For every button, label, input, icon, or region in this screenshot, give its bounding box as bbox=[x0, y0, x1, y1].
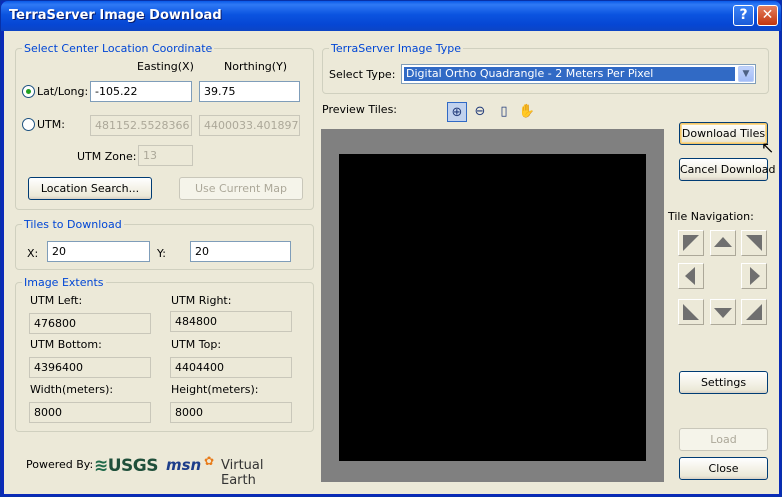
tiles-title: Tiles to Download bbox=[22, 218, 124, 231]
pan-hand-icon[interactable]: ✋ bbox=[517, 102, 537, 122]
image-extents-title: Image Extents bbox=[22, 276, 106, 289]
usgs-logo-text: USGS bbox=[107, 456, 159, 476]
utm-bottom-label: UTM Bottom: bbox=[30, 338, 102, 351]
download-tiles-button[interactable]: Download Tiles bbox=[679, 122, 768, 145]
image-type-select[interactable]: Digital Ortho Quadrangle - 2 Meters Per … bbox=[401, 64, 756, 84]
nav-northeast-button[interactable] bbox=[741, 230, 767, 256]
utm-zone-label: UTM Zone: bbox=[77, 150, 137, 163]
help-button[interactable]: ? bbox=[733, 5, 754, 26]
image-type-selected: Digital Ortho Quadrangle - 2 Meters Per … bbox=[404, 67, 735, 81]
location-search-button[interactable]: Location Search... bbox=[28, 177, 152, 200]
preview-frame bbox=[321, 129, 664, 482]
dialog-body: Select Center Location Coordinate Eastin… bbox=[4, 31, 779, 494]
utm-right-field: 484800 bbox=[170, 311, 292, 332]
utm-top-field: 4404400 bbox=[170, 357, 292, 378]
nav-east-button[interactable] bbox=[741, 263, 767, 289]
close-window-button[interactable]: ✕ bbox=[757, 5, 778, 26]
select-type-label: Select Type: bbox=[329, 68, 396, 81]
nav-north-button[interactable] bbox=[710, 230, 736, 256]
utm-top-label: UTM Top: bbox=[171, 338, 222, 351]
usgs-logo: ≋USGS bbox=[94, 456, 159, 476]
nav-southeast-button[interactable] bbox=[741, 299, 767, 325]
easting-header: Easting(X) bbox=[137, 60, 194, 73]
utm-northing-input[interactable]: 4400033.401897 bbox=[199, 115, 300, 136]
cancel-download-button[interactable]: Cancel Download bbox=[679, 158, 775, 181]
mouse-cursor-icon: ↖ bbox=[761, 138, 775, 157]
tiles-y-input[interactable]: 20 bbox=[190, 241, 291, 262]
msn-virtual-earth-logo: msn ✿ Virtual Earth bbox=[166, 454, 301, 488]
powered-by-label: Powered By: bbox=[26, 458, 94, 471]
height-field: 8000 bbox=[170, 402, 292, 423]
window-title: TerraServer Image Download bbox=[9, 8, 222, 23]
latlong-northing-input[interactable]: 39.75 bbox=[199, 81, 300, 102]
preview-tiles-label: Preview Tiles: bbox=[322, 103, 398, 116]
full-extent-icon[interactable]: ▯ bbox=[494, 102, 514, 122]
zoom-out-icon[interactable]: ⊖ bbox=[470, 102, 490, 122]
utm-right-label: UTM Right: bbox=[171, 294, 232, 307]
virtual-earth-text: Virtual Earth bbox=[221, 458, 264, 488]
latlong-label: Lat/Long: bbox=[37, 85, 89, 98]
close-button[interactable]: Close bbox=[679, 457, 768, 480]
width-field: 8000 bbox=[29, 402, 151, 423]
preview-canvas[interactable] bbox=[339, 154, 646, 461]
utm-left-field: 476800 bbox=[29, 313, 151, 334]
use-current-map-button[interactable]: Use Current Map bbox=[179, 177, 303, 200]
tiles-y-label: Y: bbox=[157, 247, 166, 260]
settings-button[interactable]: Settings bbox=[679, 371, 768, 394]
tiles-x-input[interactable]: 20 bbox=[47, 241, 150, 262]
butterfly-icon: ✿ bbox=[204, 454, 215, 468]
northing-header: Northing(Y) bbox=[224, 60, 288, 73]
utm-left-label: UTM Left: bbox=[30, 294, 83, 307]
utm-radio[interactable] bbox=[22, 118, 35, 131]
msn-logo-text: msn bbox=[166, 456, 202, 474]
width-label: Width(meters): bbox=[30, 383, 114, 396]
latlong-easting-input[interactable]: -105.22 bbox=[90, 81, 192, 102]
center-location-title: Select Center Location Coordinate bbox=[22, 42, 215, 55]
nav-west-button[interactable] bbox=[678, 263, 704, 289]
nav-northwest-button[interactable] bbox=[678, 230, 704, 256]
title-bar[interactable]: TerraServer Image Download ? ✕ bbox=[1, 1, 781, 31]
latlong-radio[interactable] bbox=[22, 85, 35, 98]
nav-southwest-button[interactable] bbox=[678, 299, 704, 325]
height-label: Height(meters): bbox=[171, 383, 259, 396]
utm-bottom-field: 4396400 bbox=[29, 357, 151, 378]
app-window: TerraServer Image Download ? ✕ Select Ce… bbox=[0, 0, 782, 497]
utm-easting-input[interactable]: 481152.5528366 bbox=[90, 115, 192, 136]
tiles-x-label: X: bbox=[27, 247, 39, 260]
zoom-in-icon[interactable]: ⊕ bbox=[447, 102, 467, 122]
utm-label: UTM: bbox=[37, 118, 65, 131]
load-button[interactable]: Load bbox=[679, 428, 768, 451]
tile-navigation-label: Tile Navigation: bbox=[668, 210, 754, 223]
chevron-down-icon[interactable]: ▼ bbox=[738, 66, 754, 82]
image-type-title: TerraServer Image Type bbox=[329, 42, 463, 55]
nav-south-button[interactable] bbox=[710, 299, 736, 325]
utm-zone-input[interactable]: 13 bbox=[138, 145, 193, 166]
